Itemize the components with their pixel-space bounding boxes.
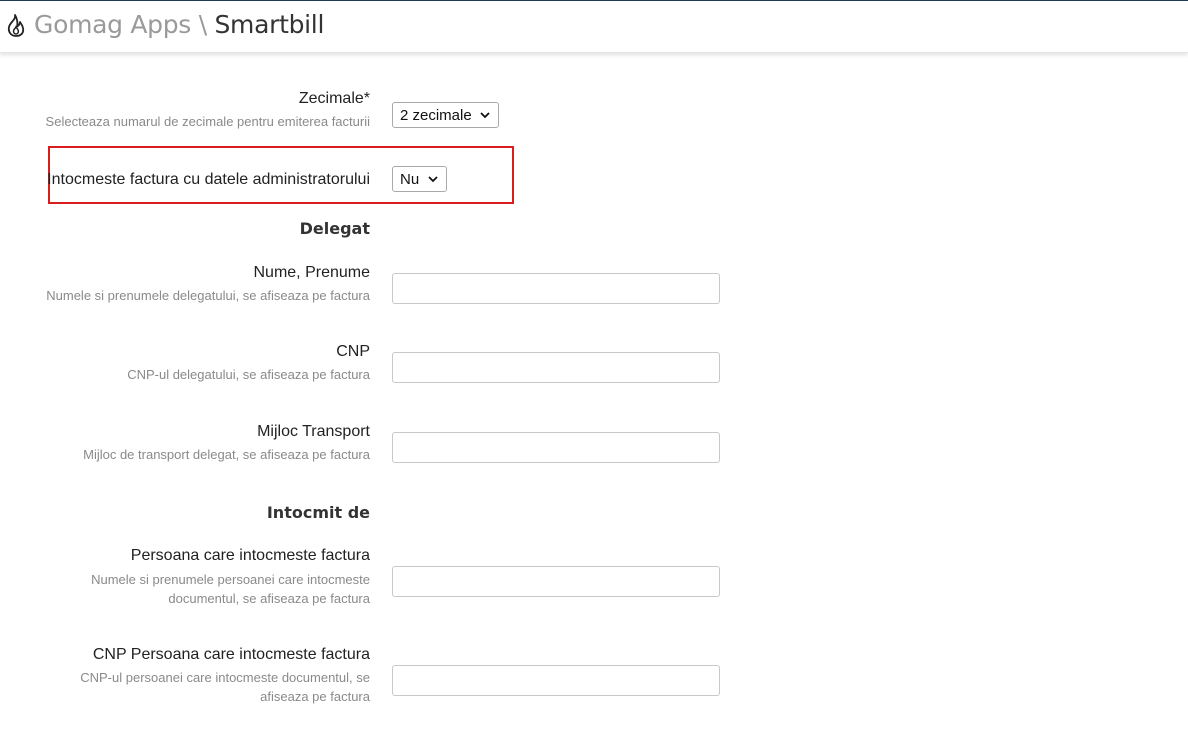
nume-prenume-label: Nume, Prenume (253, 264, 371, 281)
zecimale-label: Zecimale* (298, 90, 370, 107)
zecimale-select[interactable]: 2 zecimale (392, 102, 499, 128)
page-title: Gomag Apps \ Smartbill (34, 10, 324, 39)
breadcrumb-app[interactable]: Gomag Apps (34, 10, 191, 39)
admin-data-select-value: Nu (400, 170, 420, 188)
nume-prenume-help: Numele si prenumele delegatului, se afis… (46, 288, 370, 303)
nume-prenume-input[interactable] (392, 273, 720, 304)
cnp-persoana-help: CNP-ul persoanei care intocmeste documen… (80, 668, 370, 706)
mijloc-transport-label: Mijloc Transport (257, 423, 370, 440)
admin-data-label: Intocmeste factura cu datele administrat… (47, 171, 370, 188)
cnp-help: CNP-ul delegatului, se afiseaza pe factu… (127, 367, 370, 382)
breadcrumb-current: Smartbill (214, 10, 325, 39)
persoana-label: Persoana care intocmeste factura (130, 547, 370, 564)
app-header: Gomag Apps \ Smartbill (0, 1, 1188, 53)
zecimale-select-value: 2 zecimale (400, 106, 472, 124)
chevron-down-icon (428, 176, 438, 183)
cnp-persoana-help-line2: afiseaza pe factura (260, 689, 370, 704)
zecimale-help: Selecteaza numarul de zecimale pentru em… (45, 114, 370, 129)
cnp-persoana-label: CNP Persoana care intocmeste factura (92, 646, 370, 663)
chevron-down-icon (480, 112, 490, 119)
persoana-help: Numele si prenumele persoanei care intoc… (91, 570, 370, 608)
section-intocmit-de: Intocmit de (266, 503, 370, 522)
mijloc-transport-input[interactable] (392, 432, 720, 463)
mijloc-transport-help: Mijloc de transport delegat, se afiseaza… (83, 447, 370, 462)
cnp-persoana-help-line1: CNP-ul persoanei care intocmeste documen… (80, 670, 370, 685)
breadcrumb-separator: \ (198, 10, 207, 39)
flame-icon (7, 14, 25, 37)
persoana-help-line1: Numele si prenumele persoanei care intoc… (91, 572, 370, 587)
cnp-persoana-input[interactable] (392, 665, 720, 696)
cnp-input[interactable] (392, 352, 720, 383)
section-delegat: Delegat (299, 219, 370, 238)
persoana-input[interactable] (392, 566, 720, 597)
cnp-label: CNP (336, 343, 370, 360)
persoana-help-line2: documentul, se afiseaza pe factura (168, 591, 370, 606)
admin-data-select[interactable]: Nu (392, 166, 447, 192)
